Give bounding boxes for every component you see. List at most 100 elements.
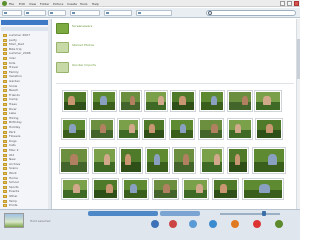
photo-thumbnail[interactable] xyxy=(120,91,141,111)
photo-thumbnail[interactable] xyxy=(93,179,118,199)
maximize-button[interactable] xyxy=(287,1,292,6)
photo-thumbnail[interactable] xyxy=(256,119,282,139)
sidebar-folder-item[interactable]: Old xyxy=(3,153,50,157)
more-button[interactable] xyxy=(272,220,286,237)
sidebar-folder-item[interactable]: Beach xyxy=(3,88,50,93)
sidebar-folder-item[interactable]: Flowers xyxy=(3,134,50,139)
photo-thumbnail[interactable] xyxy=(93,148,116,173)
sidebar-folder-item[interactable]: summer 2007 xyxy=(3,33,50,37)
sidebar-folder-item[interactable]: misc xyxy=(3,56,50,60)
zoom-slider[interactable] xyxy=(220,213,280,215)
photo-thumbnail[interactable] xyxy=(173,148,195,173)
photo-thumbnail[interactable] xyxy=(153,179,178,199)
sidebar-folder-item[interactable]: Snow xyxy=(3,84,50,88)
scroll-thumb[interactable] xyxy=(297,39,300,79)
photo-thumbnail[interactable] xyxy=(228,148,248,173)
sidebar-folder-item[interactable]: Lake xyxy=(3,111,50,116)
photo-thumbnail[interactable] xyxy=(183,179,208,199)
sidebar-folder-item[interactable]: Family xyxy=(3,70,50,74)
sidebar-folder-item[interactable]: Hiking xyxy=(3,116,50,120)
sidebar-folder-item[interactable]: Dogs xyxy=(3,139,50,143)
sidebar-folder-item[interactable]: Mom_Dad xyxy=(3,42,50,47)
tray-tab-active[interactable] xyxy=(88,211,158,216)
sidebar-folder-item[interactable]: Home xyxy=(3,176,50,180)
upload-button[interactable] xyxy=(24,10,46,16)
sidebar-folder-item[interactable]: Temp xyxy=(3,199,50,203)
photo-thumbnail[interactable] xyxy=(90,119,114,139)
view-button[interactable] xyxy=(70,10,100,16)
photo-thumbnail[interactable] xyxy=(213,179,238,199)
photo-thumbnail[interactable] xyxy=(201,148,223,173)
sidebar-section-header[interactable] xyxy=(1,27,51,31)
tray-tab[interactable] xyxy=(160,211,200,216)
sidebar-scrollbar[interactable] xyxy=(48,19,51,209)
photo-thumbnail[interactable] xyxy=(145,91,167,111)
photo-thumbnail[interactable] xyxy=(62,119,86,139)
sidebar-folder-item[interactable]: Misc 2 xyxy=(3,148,50,152)
sidebar-folder-item[interactable]: Trees xyxy=(3,102,50,106)
sidebar-selected-item[interactable] xyxy=(1,20,51,25)
close-button[interactable] xyxy=(294,1,299,6)
menu-view[interactable]: View xyxy=(29,2,36,6)
menu-help[interactable]: Help xyxy=(92,2,99,6)
zoom-slider-knob[interactable] xyxy=(262,211,266,216)
sidebar-folder-item[interactable]: Work xyxy=(3,171,50,175)
sidebar-folder-item[interactable]: Sports xyxy=(3,185,50,189)
minimize-button[interactable] xyxy=(280,1,285,6)
email-button[interactable] xyxy=(148,220,162,237)
sidebar-folder-item[interactable]: School xyxy=(3,180,50,185)
sidebar-folder-item[interactable]: Scans xyxy=(3,166,50,171)
sidebar-folder-item[interactable]: Holiday xyxy=(3,125,50,129)
menu-file[interactable]: File xyxy=(9,2,14,6)
sidebar-folder-item[interactable]: Events xyxy=(3,189,50,194)
sidebar-folder-item[interactable]: Bike trip xyxy=(3,47,50,51)
photo-thumbnail[interactable] xyxy=(63,91,87,111)
photo-thumbnail[interactable] xyxy=(62,179,88,199)
sidebar-folder-item[interactable]: Park xyxy=(3,130,50,134)
menu-picture[interactable]: Picture xyxy=(53,2,63,6)
photo-thumbnail[interactable] xyxy=(170,119,194,139)
sidebar-folder-item[interactable]: summer_2006 xyxy=(3,51,50,56)
sidebar-folder-item[interactable]: Other xyxy=(3,194,50,198)
search-input[interactable] xyxy=(206,10,296,16)
slideshow-button[interactable] xyxy=(48,10,66,16)
sidebar-folder-item[interactable]: Birthday xyxy=(3,120,50,125)
main-scrollbar[interactable] xyxy=(296,19,300,209)
order-prints-button[interactable] xyxy=(250,220,264,237)
sort-button[interactable] xyxy=(104,10,132,16)
photo-thumbnail[interactable] xyxy=(171,91,195,111)
photo-thumbnail[interactable] xyxy=(123,179,148,199)
folder-card-screensavers[interactable]: Screensavers xyxy=(56,22,146,36)
blog-button[interactable] xyxy=(186,220,200,237)
menu-create[interactable]: Create xyxy=(67,2,77,6)
photo-thumbnail[interactable] xyxy=(228,119,252,139)
photo-thumbnail[interactable] xyxy=(146,148,169,173)
print-button[interactable] xyxy=(166,220,180,237)
filter-button[interactable] xyxy=(136,10,172,16)
menu-edit[interactable]: Edit xyxy=(19,2,25,6)
folder-card-imports[interactable]: Quicker Imports xyxy=(56,61,146,75)
movie-button[interactable] xyxy=(206,220,220,237)
sidebar-folder-item[interactable]: Kids xyxy=(3,61,50,65)
photo-thumbnail[interactable] xyxy=(120,148,142,173)
sidebar-folder-item[interactable]: New xyxy=(3,157,50,162)
import-button[interactable] xyxy=(2,10,22,16)
tray-preview-thumbnail[interactable] xyxy=(4,213,24,228)
photo-thumbnail[interactable] xyxy=(143,119,165,139)
photo-thumbnail[interactable] xyxy=(92,91,116,111)
photo-thumbnail[interactable] xyxy=(118,119,139,139)
folder-card-starred[interactable]: Starred Photos xyxy=(56,41,146,55)
sidebar-folder-item[interactable]: Archive xyxy=(3,162,50,166)
photo-thumbnail[interactable] xyxy=(255,91,281,111)
photo-thumbnail[interactable] xyxy=(253,148,285,173)
menu-tools[interactable]: Tools xyxy=(80,2,87,6)
photo-thumbnail[interactable] xyxy=(199,119,223,139)
sidebar-folder-item[interactable]: Camp xyxy=(3,97,50,102)
sidebar-folder-item[interactable]: Cats xyxy=(3,143,50,148)
menu-folder[interactable]: Folder xyxy=(40,2,49,6)
sidebar-folder-item[interactable]: party xyxy=(3,38,50,42)
sidebar-folder-item[interactable]: River xyxy=(3,107,50,111)
export-button[interactable] xyxy=(228,220,242,237)
sidebar-folder-item[interactable]: Garden xyxy=(3,79,50,83)
sidebar-folder-item[interactable]: Friends xyxy=(3,93,50,97)
